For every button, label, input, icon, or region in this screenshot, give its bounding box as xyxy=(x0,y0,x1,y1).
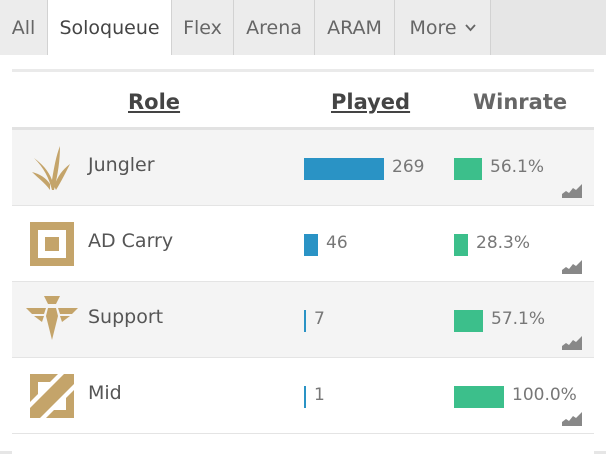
played-count: 46 xyxy=(326,233,348,253)
role-stats-table: Role Played Winrate Jungler 269 56.1% AD… xyxy=(12,69,594,454)
trend-graph-icon[interactable] xyxy=(562,336,582,350)
table-row: AD Carry 46 28.3% xyxy=(12,206,594,282)
winrate-bar xyxy=(454,310,483,332)
tab-arena[interactable]: Arena xyxy=(234,0,315,55)
tab-soloqueue[interactable]: Soloqueue xyxy=(48,0,172,55)
tab-arena-label: Arena xyxy=(246,16,302,39)
played-count: 7 xyxy=(314,309,325,329)
tab-aram-label: ARAM xyxy=(327,16,382,39)
winrate-value: 56.1% xyxy=(490,157,545,177)
played-bar xyxy=(304,234,318,256)
winrate-value: 28.3% xyxy=(476,233,531,253)
chevron-down-icon xyxy=(464,21,476,36)
table-header: Role Played Winrate xyxy=(12,72,594,130)
mid-role-icon xyxy=(30,374,74,418)
tab-all[interactable]: All xyxy=(0,0,48,55)
table-row: Support 7 57.1% xyxy=(12,282,594,358)
winrate-column-header: Winrate xyxy=(473,90,568,114)
winrate-bar xyxy=(454,234,468,256)
adc-role-icon xyxy=(30,222,74,266)
winrate-value: 57.1% xyxy=(491,309,546,329)
jungle-role-icon xyxy=(32,146,70,190)
played-column-header[interactable]: Played xyxy=(331,90,410,114)
tab-soloqueue-label: Soloqueue xyxy=(59,16,160,39)
played-bar xyxy=(304,310,306,332)
played-bar xyxy=(304,386,306,408)
role-name: AD Carry xyxy=(88,230,174,252)
winrate-bar xyxy=(454,386,504,408)
winrate-bar xyxy=(454,158,482,180)
tab-flex-label: Flex xyxy=(183,16,222,39)
played-count: 1 xyxy=(314,385,325,405)
tab-aram[interactable]: ARAM xyxy=(315,0,395,55)
played-count: 269 xyxy=(392,157,425,177)
tab-flex[interactable]: Flex xyxy=(172,0,234,55)
role-column-header[interactable]: Role xyxy=(128,90,180,114)
role-name: Jungler xyxy=(88,154,155,176)
role-name: Mid xyxy=(88,382,122,404)
trend-graph-icon[interactable] xyxy=(562,412,582,426)
role-name: Support xyxy=(88,306,164,328)
tab-all-label: All xyxy=(11,16,36,39)
trend-graph-icon[interactable] xyxy=(562,184,582,198)
winrate-value: 100.0% xyxy=(512,385,577,405)
queue-tabs: All Soloqueue Flex Arena ARAM More xyxy=(0,0,606,55)
table-row: Mid 1 100.0% xyxy=(12,358,594,434)
table-row: Jungler 269 56.1% xyxy=(12,130,594,206)
trend-graph-icon[interactable] xyxy=(562,260,582,274)
support-role-icon xyxy=(26,296,78,340)
tab-more[interactable]: More xyxy=(395,0,491,55)
tab-more-label: More xyxy=(409,16,457,39)
played-bar xyxy=(304,158,384,180)
role-stats-panel: Role Played Winrate Jungler 269 56.1% AD… xyxy=(0,55,606,454)
